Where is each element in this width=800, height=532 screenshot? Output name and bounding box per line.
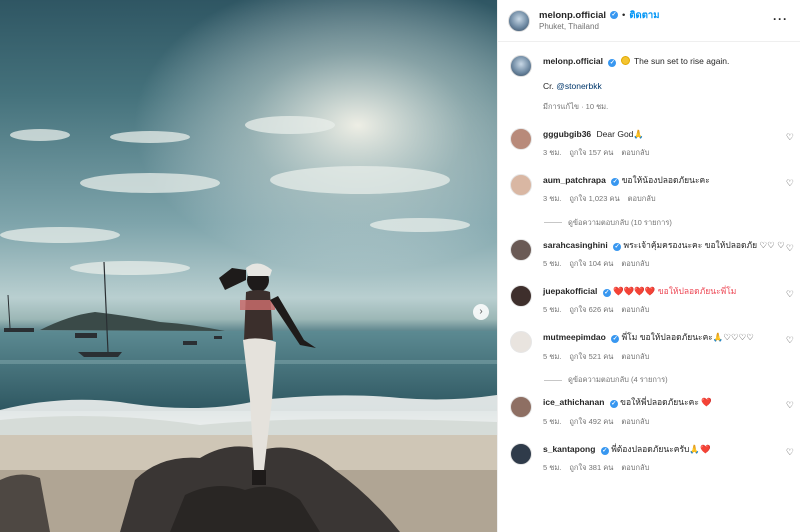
post-detail-panel: melonp.official ✓ • ติดตาม Phuket, Thail… (497, 0, 800, 532)
commenter-avatar[interactable] (510, 127, 532, 150)
replies-divider (544, 379, 562, 381)
comment-text: ❤️❤️❤️❤️ ขอให้ปลอดภัยนะพี่โม (613, 286, 737, 297)
comment-likes[interactable]: ถูกใจ 626 คน (569, 305, 613, 316)
comment-likes[interactable]: ถูกใจ 157 คน (569, 148, 613, 159)
verified-badge-icon: ✓ (600, 446, 609, 455)
caption-username[interactable]: melonp.official (543, 56, 603, 66)
author-username[interactable]: melonp.official (539, 10, 606, 21)
commenter-username[interactable]: juepakofficial (543, 286, 597, 296)
sun-emoji-icon (620, 56, 630, 65)
commenter-username[interactable]: s_kantapong (543, 444, 595, 454)
verified-badge-icon: ✓ (602, 289, 611, 298)
post-header: melonp.official ✓ • ติดตาม Phuket, Thail… (498, 0, 800, 42)
comment-text: Dear God🙏 (596, 128, 644, 139)
credit-mention-link[interactable]: @stonerbkk (556, 81, 601, 91)
post-location[interactable]: Phuket, Thailand (539, 22, 659, 32)
replies-divider (544, 222, 562, 224)
comment-text: พระเจ้าคุ้มครองนะคะ ขอให้ปลอดภัย ♡♡ ♡ (623, 239, 785, 250)
commenter-avatar[interactable] (510, 331, 532, 354)
commenter-username[interactable]: aum_patchrapa (543, 175, 606, 185)
comment-time[interactable]: 5 ชม. (543, 463, 561, 474)
like-heart-icon[interactable]: ♡ (786, 400, 794, 411)
comment-time[interactable]: 5 ชม. (543, 305, 561, 316)
view-replies-label[interactable]: ดูข้อความตอบกลับ (10 รายการ) (568, 217, 672, 229)
commenter-username[interactable]: sarahcasinghini (543, 240, 608, 250)
like-heart-icon[interactable]: ♡ (786, 447, 794, 458)
separator-dot: • (622, 9, 626, 21)
comment-item: mutmeepimdao ✓ พี่โม ขอให้ปลอดภัยนะคะ🙏♡♡… (510, 331, 794, 363)
author-avatar[interactable] (508, 9, 530, 32)
verified-badge-icon: ✓ (611, 177, 620, 186)
reply-button[interactable]: ตอบกลับ (621, 417, 649, 428)
comment-time[interactable]: 5 ชม. (543, 259, 561, 270)
view-replies-button[interactable]: ดูข้อความตอบกลับ (4 รายการ) (544, 374, 788, 386)
comment-item: gggubgib36 Dear God🙏 3 ชม. ถูกใจ 157 คน … (510, 127, 794, 159)
comment-text: ขอให้น้องปลอดภัยนะคะ (621, 174, 710, 185)
caption-time: มีการแก้ไข · 10 ชม. (543, 101, 609, 111)
commenter-username[interactable]: ice_athichanan (543, 397, 604, 407)
follow-button[interactable]: ติดตาม (629, 10, 659, 21)
reply-button[interactable]: ตอบกลับ (621, 305, 649, 316)
like-heart-icon[interactable]: ♡ (786, 243, 794, 254)
comment-likes[interactable]: ถูกใจ 521 คน (569, 352, 613, 363)
comment-likes[interactable]: ถูกใจ 381 คน (569, 463, 613, 474)
post-photo[interactable]: › (0, 0, 497, 532)
reply-button[interactable]: ตอบกลับ (621, 463, 649, 474)
commenter-avatar[interactable] (510, 238, 532, 261)
commenter-avatar[interactable] (510, 396, 532, 419)
comment-item: ice_athichanan ✓ ขอให้พี่ปลอดภัยนะคะ ❤️ … (510, 396, 794, 428)
verified-badge-icon: ✓ (608, 59, 617, 67)
comment-time[interactable]: 3 ชม. (543, 194, 561, 205)
verified-badge-icon: ✓ (609, 400, 618, 409)
reply-button[interactable]: ตอบกลับ (621, 148, 649, 159)
reply-button[interactable]: ตอบกลับ (621, 352, 649, 363)
comment-time[interactable]: 5 ชม. (543, 352, 561, 363)
reply-button[interactable]: ตอบกลับ (628, 194, 656, 205)
like-heart-icon[interactable]: ♡ (786, 178, 794, 189)
comment-time[interactable]: 3 ชม. (543, 148, 561, 159)
comment-item: s_kantapong ✓ พี่ต้องปลอดภัยนะครับ🙏❤️ 5 … (510, 442, 794, 474)
commenter-avatar[interactable] (510, 285, 532, 308)
comment-likes[interactable]: ถูกใจ 492 คน (569, 417, 613, 428)
comment-likes[interactable]: ถูกใจ 1,023 คน (569, 194, 619, 205)
comment-item: juepakofficial ✓ ❤️❤️❤️❤️ ขอให้ปลอดภัยนะ… (510, 285, 794, 316)
verified-badge-icon: ✓ (610, 11, 619, 20)
verified-badge-icon: ✓ (613, 242, 622, 251)
commenter-username[interactable]: mutmeepimdao (543, 332, 606, 342)
view-replies-label[interactable]: ดูข้อความตอบกลับ (4 รายการ) (568, 374, 668, 386)
like-heart-icon[interactable]: ♡ (786, 335, 794, 346)
caption-text: The sun set to rise again. (633, 56, 730, 66)
comment-text: พี่ต้องปลอดภัยนะครับ🙏❤️ (611, 443, 711, 454)
verified-badge-icon: ✓ (611, 335, 620, 344)
comment-likes[interactable]: ถูกใจ 104 คน (569, 259, 613, 270)
like-heart-icon[interactable]: ♡ (786, 289, 794, 300)
reply-button[interactable]: ตอบกลับ (621, 259, 649, 270)
comment-item: aum_patchrapa ✓ ขอให้น้องปลอดภัยนะคะ 3 ช… (510, 173, 794, 205)
comment-text: พี่โม ขอให้ปลอดภัยนะคะ🙏♡♡♡♡ (621, 332, 754, 343)
comments-list[interactable]: melonp.official ✓ The sun set to rise ag… (498, 42, 800, 532)
beach-scene-image (0, 0, 497, 532)
comment-time[interactable]: 5 ชม. (543, 417, 561, 428)
chevron-right-icon: › (479, 306, 483, 317)
next-photo-button[interactable]: › (473, 304, 489, 320)
like-heart-icon[interactable]: ♡ (786, 132, 794, 143)
more-horizontal-icon[interactable]: ··· (773, 12, 788, 26)
view-replies-button[interactable]: ดูข้อความตอบกลับ (10 รายการ) (544, 217, 788, 229)
commenter-avatar[interactable] (510, 173, 532, 196)
credit-prefix: Cr. (543, 81, 554, 92)
commenter-username[interactable]: gggubgib36 (543, 129, 591, 139)
comment-item: sarahcasinghini ✓ พระเจ้าคุ้มครองนะคะ ขอ… (510, 238, 794, 270)
post-caption: melonp.official ✓ The sun set to rise ag… (510, 42, 788, 113)
comment-text: ขอให้พี่ปลอดภัยนะคะ ❤️ (620, 397, 712, 408)
commenter-avatar[interactable] (510, 442, 532, 465)
caption-avatar[interactable] (510, 55, 532, 77)
